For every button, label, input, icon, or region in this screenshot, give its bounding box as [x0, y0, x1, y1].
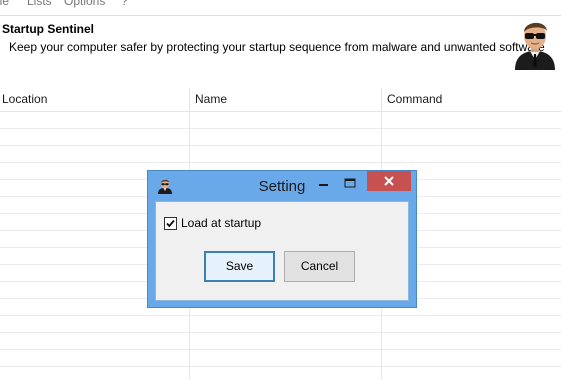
menu-file[interactable]: ile	[0, 0, 9, 8]
app-title: Startup Sentinel	[2, 22, 95, 36]
save-button[interactable]: Save	[204, 251, 275, 282]
list-header: Location Name Command	[0, 88, 561, 112]
column-header-command[interactable]: Command	[382, 88, 561, 111]
checkmark-icon	[166, 219, 175, 227]
dialog-body: Load at startup Save Cancel	[155, 201, 409, 301]
load-at-startup-checkbox[interactable]	[164, 216, 177, 230]
load-at-startup-option[interactable]: Load at startup	[164, 216, 261, 230]
agent-man-icon	[515, 22, 555, 70]
cancel-button[interactable]: Cancel	[284, 251, 355, 282]
close-button[interactable]	[367, 171, 411, 191]
menu-help[interactable]: ?	[121, 0, 128, 8]
menu-options[interactable]: Options	[64, 0, 105, 8]
setting-dialog: Setting Load at startup Save Cancel	[147, 170, 417, 308]
app-window: ile Lists Options ? Startup Sentinel Kee…	[0, 0, 561, 380]
close-icon	[384, 176, 394, 186]
app-subtitle: Keep your computer safer by protecting y…	[9, 40, 545, 54]
minimize-icon[interactable]	[314, 174, 334, 194]
maximize-icon[interactable]	[340, 174, 360, 194]
menu-bar: ile Lists Options ?	[0, 0, 561, 10]
header-banner: Startup Sentinel Keep your computer safe…	[0, 15, 561, 89]
column-header-name[interactable]: Name	[190, 88, 382, 111]
load-at-startup-label: Load at startup	[181, 216, 262, 230]
dialog-titlebar[interactable]: Setting	[148, 171, 416, 200]
column-header-location[interactable]: Location	[0, 88, 190, 111]
menu-lists[interactable]: Lists	[27, 0, 52, 8]
